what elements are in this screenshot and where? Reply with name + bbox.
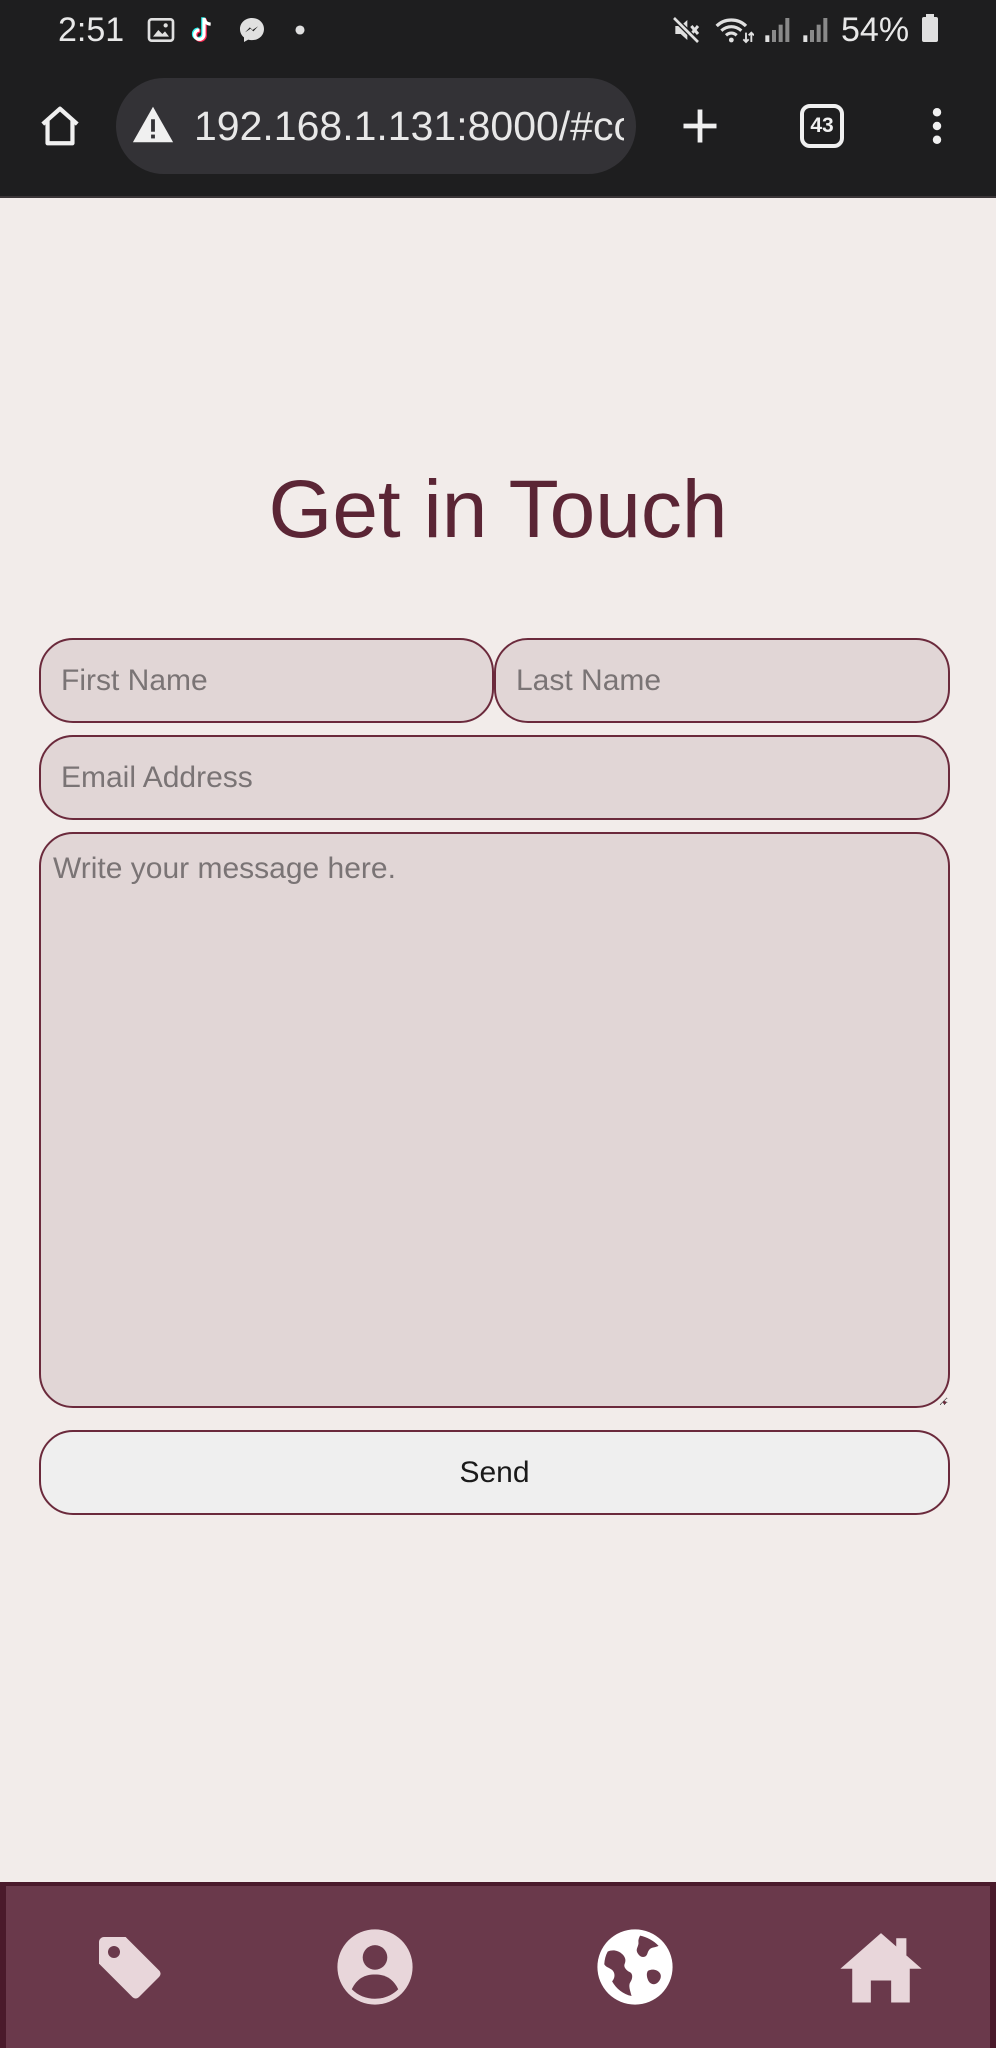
plus-icon	[683, 109, 717, 143]
house-icon	[840, 1933, 922, 2003]
bottom-nav	[0, 1882, 996, 2048]
home-button[interactable]	[28, 94, 92, 158]
status-time: 2:51	[58, 11, 125, 49]
battery-icon	[922, 14, 938, 42]
battery-percent: 54%	[841, 11, 910, 49]
tab-switcher-button[interactable]: 43	[800, 104, 844, 148]
email-input[interactable]	[39, 735, 950, 820]
resize-handle[interactable]	[943, 1401, 946, 1404]
menu-button[interactable]	[905, 94, 969, 158]
nav-item-profile[interactable]	[330, 1922, 420, 2012]
signal-icon	[803, 18, 828, 42]
tag-icon	[99, 1937, 161, 1999]
last-name-input[interactable]	[494, 638, 950, 723]
dot-icon	[295, 25, 305, 35]
tiktok-icon	[191, 17, 211, 42]
address-bar[interactable]: 192.168.1.131:8000/#contact	[116, 78, 636, 174]
new-tab-button[interactable]	[668, 94, 732, 158]
more-vert-icon	[932, 108, 942, 144]
globe-icon	[597, 1929, 673, 2005]
gallery-icon	[147, 18, 175, 42]
signal-icon	[765, 18, 790, 42]
send-button[interactable]: Send	[39, 1430, 950, 1515]
wifi-icon	[715, 18, 754, 44]
mute-icon	[672, 16, 700, 44]
user-circle-icon	[337, 1929, 413, 2005]
nav-item-home[interactable]	[836, 1922, 926, 2012]
messenger-icon	[240, 18, 264, 42]
warning-icon[interactable]	[130, 102, 176, 148]
message-textarea[interactable]	[39, 832, 950, 1408]
nav-item-tags[interactable]	[84, 1922, 174, 2012]
status-bar: 2:51 54%	[0, 0, 996, 62]
url-text[interactable]: 192.168.1.131:8000/#contact	[194, 101, 624, 151]
browser-toolbar: 192.168.1.131:8000/#contact 43	[0, 62, 996, 198]
first-name-input[interactable]	[39, 638, 494, 723]
page-title: Get in Touch	[268, 464, 728, 555]
home-icon	[41, 106, 79, 146]
nav-item-explore[interactable]	[590, 1922, 680, 2012]
